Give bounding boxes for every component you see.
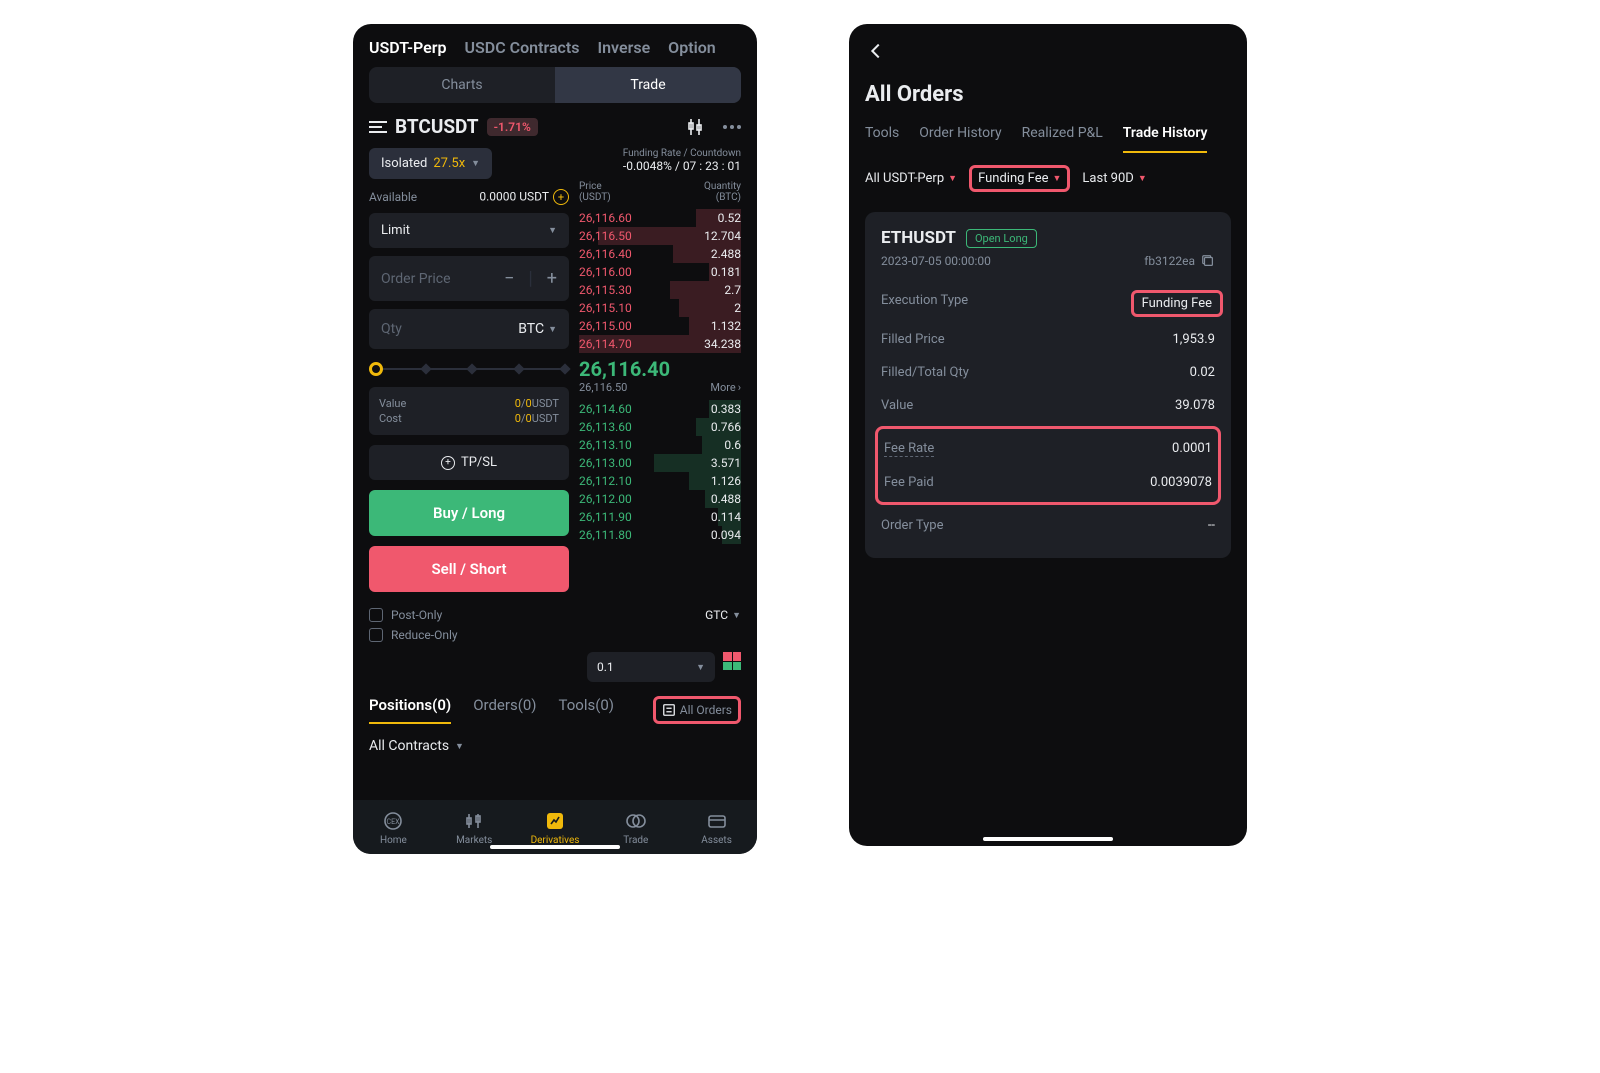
orderbook-row[interactable]: 26,114.7034.238 (579, 335, 741, 353)
card-symbol: ETHUSDT (881, 228, 956, 248)
bottom-nav-item[interactable]: Markets (434, 810, 515, 846)
order-type-select[interactable]: Limit▼ (369, 213, 569, 248)
position-side-badge: Open Long (966, 229, 1037, 248)
card-row: Filled/Total Qty0.02 (881, 356, 1215, 389)
positions-tab[interactable]: Orders(0) (473, 696, 536, 724)
mid-price: 26,116.40 (579, 357, 741, 381)
bottom-nav-item[interactable]: Trade (595, 810, 676, 846)
top-nav-tab[interactable]: USDC Contracts (465, 38, 580, 57)
positions-tab[interactable]: Tools(0) (558, 696, 614, 724)
orderbook-row[interactable]: 26,111.800.094 (579, 526, 741, 544)
card-id[interactable]: fb3122ea (1144, 254, 1215, 268)
charts-trade-segment[interactable]: ChartsTrade (369, 67, 741, 103)
qty-input[interactable]: Qty BTC▼ (369, 309, 569, 349)
orderbook-row[interactable]: 26,112.101.126 (579, 472, 741, 490)
phone-right: All Orders Tools Order History Realized P&… (849, 24, 1247, 846)
post-only-checkbox[interactable] (369, 608, 383, 622)
tpsl-button[interactable]: +TP/SL (369, 445, 569, 480)
all-orders-button[interactable]: All Orders (653, 696, 741, 724)
margin-leverage-pill[interactable]: Isolated 27.5x ▼ (369, 148, 492, 179)
bottom-nav-item[interactable]: Assets (676, 810, 757, 846)
top-nav-tab[interactable]: Inverse (598, 38, 651, 57)
orderbook-row[interactable]: 26,115.302.7 (579, 281, 741, 299)
buy-button[interactable]: Buy / Long (369, 490, 569, 536)
more-link[interactable]: More › (710, 381, 741, 394)
card-row: Filled Price1,953.9 (881, 323, 1215, 356)
bottom-nav-item[interactable]: CEXHome (353, 810, 434, 846)
segment-tab[interactable]: Trade (555, 67, 741, 103)
history-tab[interactable]: Trade History (1123, 125, 1208, 153)
card-timestamp: 2023-07-05 00:00:00 (881, 254, 991, 268)
filter-dropdown[interactable]: Funding Fee ▼ (969, 165, 1070, 192)
card-row: Value39.078 (881, 389, 1215, 422)
qty-slider[interactable] (369, 361, 569, 377)
phone-left: USDT-Perp USDC Contracts Inverse Option Cha… (353, 24, 757, 854)
pair-header: BTCUSDT -1.71% (353, 115, 757, 148)
card-row: Execution TypeFunding Fee (881, 284, 1215, 323)
orderbook-row[interactable]: 26,116.5012.704 (579, 227, 741, 245)
orderbook-row[interactable]: 26,113.100.6 (579, 436, 741, 454)
copy-icon[interactable] (1201, 254, 1215, 268)
orderbook-row[interactable]: 26,114.600.383 (579, 400, 741, 418)
orderbook-row[interactable]: 26,116.000.181 (579, 263, 741, 281)
contract-type-tabs: USDT-Perp USDC Contracts Inverse Option (353, 24, 757, 67)
svg-text:CEX: CEX (387, 818, 401, 826)
orderbook-layout-icon[interactable] (723, 652, 741, 670)
value-cost-box: Value0/0USDT Cost0/0USDT (369, 387, 569, 435)
history-tab[interactable]: Realized P&L (1022, 125, 1103, 153)
card-row: Order Type-- (881, 509, 1215, 542)
bottom-tabs: Positions(0) Orders(0) Tools(0) All Orders (353, 682, 757, 728)
orderbook-row[interactable]: 26,116.600.52 (579, 209, 741, 227)
orderbook-row[interactable]: 26,111.900.114 (579, 508, 741, 526)
change-pct-badge: -1.71% (487, 118, 538, 136)
bottom-nav-item[interactable]: Derivatives (515, 810, 596, 846)
order-entry-panel: Isolated 27.5x ▼ Available 0.0000 USDT+ … (369, 148, 579, 602)
filter-row: All USDT-Perp ▼ Funding Fee ▼ Last 90D ▼ (849, 165, 1247, 212)
minus-icon[interactable]: − (504, 268, 514, 289)
orderbook-row[interactable]: 26,115.102 (579, 299, 741, 317)
history-tab[interactable]: Tools (865, 125, 899, 153)
pair-symbol[interactable]: BTCUSDT (395, 115, 479, 138)
more-icon[interactable] (723, 125, 741, 129)
add-funds-icon[interactable]: + (553, 189, 569, 205)
reduce-only-checkbox[interactable] (369, 628, 383, 642)
tif-select[interactable]: GTC▼ (705, 608, 741, 622)
order-price-input[interactable]: Order Price −|+ (369, 256, 569, 301)
orderbook-header: Price(USDT) Quantity(BTC) (579, 181, 741, 203)
funding-label: Funding Rate / Countdown (579, 148, 741, 159)
home-indicator (490, 845, 620, 849)
candlestick-icon[interactable] (687, 117, 707, 137)
positions-tab[interactable]: Positions(0) (369, 696, 451, 724)
orderbook-row[interactable]: 26,113.003.571 (579, 454, 741, 472)
top-nav-tab[interactable]: Option (668, 38, 716, 57)
page-title: All Orders (849, 82, 1247, 125)
funding-value: -0.0048% / 07 : 23 : 01 (579, 159, 741, 173)
filter-dropdown[interactable]: Last 90D ▼ (1082, 171, 1146, 186)
price-step-select[interactable]: 0.1▼ (587, 652, 715, 682)
all-contracts-filter[interactable]: All Contracts▼ (353, 728, 757, 764)
trade-card: ETHUSDT Open Long 2023-07-05 00:00:00 fb… (865, 212, 1231, 558)
history-tab[interactable]: Order History (919, 125, 1001, 153)
card-row: Fee Paid0.0039078 (884, 466, 1212, 499)
card-row: Fee Rate0.0001 (884, 432, 1212, 466)
top-nav-tab[interactable]: USDT-Perp (369, 38, 447, 57)
plus-icon[interactable]: + (547, 268, 557, 289)
back-button[interactable] (849, 24, 1247, 82)
orderbook-row[interactable]: 26,115.001.132 (579, 317, 741, 335)
orderbook-row[interactable]: 26,113.600.766 (579, 418, 741, 436)
orderbook-row[interactable]: 26,116.402.488 (579, 245, 741, 263)
orderbook-panel: Funding Rate / Countdown -0.0048% / 07 :… (579, 148, 741, 602)
sell-button[interactable]: Sell / Short (369, 546, 569, 592)
segment-tab[interactable]: Charts (369, 67, 555, 103)
orderbook-row[interactable]: 26,112.000.488 (579, 490, 741, 508)
menu-icon[interactable] (369, 121, 387, 133)
available-balance-row: Available 0.0000 USDT+ (369, 189, 569, 205)
filter-dropdown[interactable]: All USDT-Perp ▼ (865, 171, 957, 186)
history-tabs: Tools Order History Realized P&L Trade Hist… (849, 125, 1247, 165)
home-indicator (983, 837, 1113, 841)
